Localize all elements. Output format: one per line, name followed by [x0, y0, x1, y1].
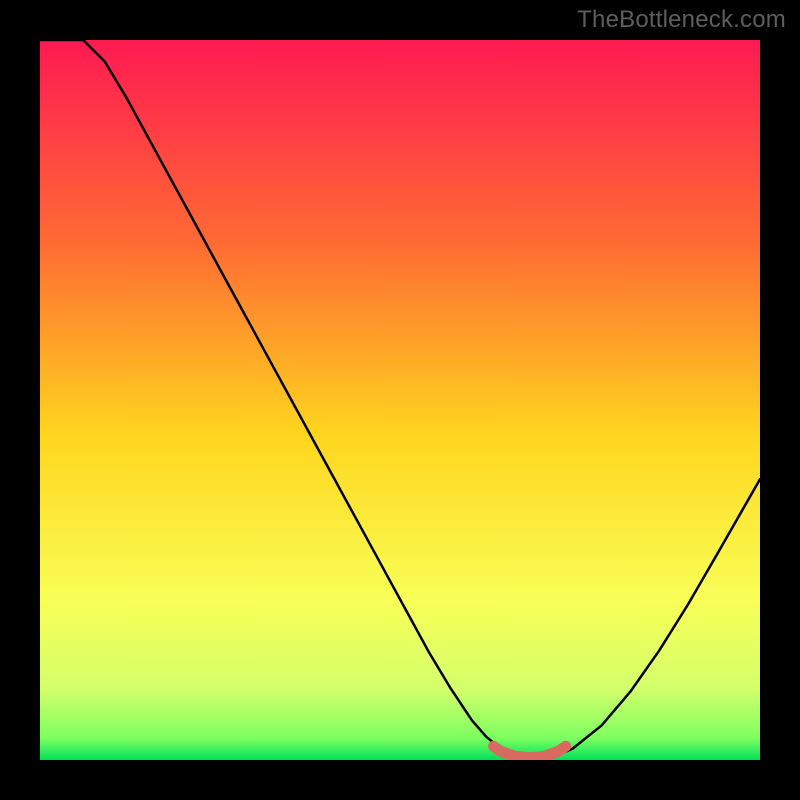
- flat-segment-path: [494, 746, 566, 758]
- curve-layer: [40, 40, 760, 760]
- watermark-text: TheBottleneck.com: [577, 6, 786, 34]
- chart-frame: TheBottleneck.com: [0, 0, 800, 800]
- bottleneck-curve-path: [40, 40, 760, 758]
- plot-area: [40, 40, 760, 760]
